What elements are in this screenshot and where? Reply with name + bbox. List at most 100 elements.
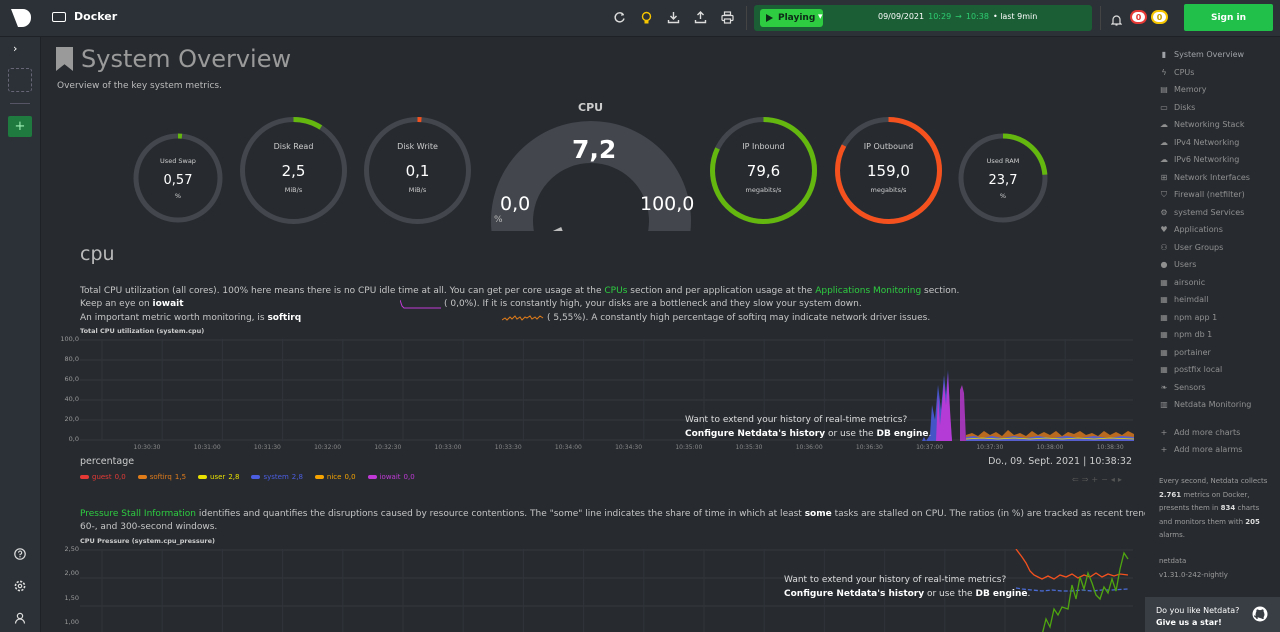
gauge-used-ram[interactable]: Used RAM 23,7 % [958, 133, 1048, 223]
text: or use the [825, 429, 877, 439]
cpu-pressure-chart[interactable]: 2,50 2,00 1,50 1,00 Want to extend your his… [42, 545, 1145, 632]
sidebar-item-label: heimdall [1174, 295, 1209, 304]
space-name: Docker [74, 10, 118, 23]
history-cta[interactable]: Configure Netdata's [685, 429, 789, 439]
sign-in-button[interactable]: Sign in [1184, 4, 1273, 31]
link-applications[interactable]: Applications Monitoring [815, 286, 921, 296]
th-icon: ▦ [1160, 347, 1168, 357]
sidebar-item[interactable]: ☁ Networking Stack [1160, 120, 1244, 129]
sidebar-item[interactable]: ▦ npm app 1 [1160, 313, 1217, 322]
sidebar-item[interactable]: ▦ npm db 1 [1160, 330, 1212, 339]
gauge-value: 2,5 [281, 162, 306, 180]
history-cta[interactable]: Configure Netdata's [784, 589, 888, 599]
gauge-label: Used RAM [986, 157, 1020, 165]
sidebar-item[interactable]: ▦ postfix local [1160, 365, 1222, 374]
memory-icon: ▤ [1160, 85, 1168, 94]
player-bar[interactable]: Playing ▾ 09/09/2021 10:29 → 10:38 • las… [754, 5, 1092, 31]
github-star-banner[interactable]: Do you like Netdata? Give us a star! [1145, 597, 1280, 632]
gauge-used-swap[interactable]: Used Swap 0,57 % [133, 133, 223, 223]
sidebar-item[interactable]: ϟ CPUs [1160, 68, 1194, 77]
sidebar-item[interactable]: ▮ System Overview [1160, 50, 1244, 59]
sidebar-item-label: Netdata Monitoring [1174, 400, 1252, 409]
download-icon[interactable] [666, 10, 681, 25]
iowait-sparkline [400, 299, 441, 309]
expand-icon[interactable]: › [13, 42, 17, 55]
warning-alarms-badge[interactable]: 0 [1151, 10, 1168, 24]
sidebar-item-label: IPv4 Networking [1174, 137, 1240, 147]
page-title-text: System Overview [81, 45, 292, 73]
link-cpus[interactable]: CPUs [604, 286, 627, 296]
sidebar-item[interactable]: ▦ portainer [1160, 348, 1211, 357]
chevron-down-icon[interactable]: ▾ [818, 12, 823, 22]
history-line: Configure Netdata's history or use the D… [784, 587, 1030, 601]
add-charts-link[interactable]: + Add more charts [1160, 428, 1241, 437]
bulb-icon[interactable] [639, 10, 654, 25]
legend-item[interactable]: guest 0,0 [80, 473, 126, 481]
add-space-button[interactable]: + [8, 116, 32, 137]
legend-item[interactable]: iowait 0,0 [367, 473, 415, 481]
text: alarms. [1159, 531, 1185, 539]
gauge-disk-read[interactable]: Disk Read 2,5 MiB/s [239, 116, 348, 225]
time-range[interactable]: 09/09/2021 10:29 → 10:38 • last 9min [878, 12, 1037, 21]
x-tick-label: 10:38:00 [1036, 444, 1064, 451]
add-alarms-link[interactable]: + Add more alarms [1160, 445, 1243, 454]
sidebar-item-label: systemd Services [1174, 207, 1245, 217]
legend-item[interactable]: softirq 1,5 [137, 473, 186, 481]
db-engine-link[interactable]: DB engine [876, 429, 928, 439]
sidebar-item[interactable]: ● Users [1160, 260, 1197, 269]
upload-icon[interactable] [693, 10, 708, 25]
legend-item[interactable]: nice 0,0 [314, 473, 356, 481]
sidebar-item[interactable]: ▦ heimdall [1160, 295, 1208, 304]
y-tick-label: 0,0 [68, 435, 79, 443]
sidebar-item[interactable]: ☁ IPv6 Networking [1160, 155, 1239, 164]
settings-icon[interactable] [11, 577, 29, 595]
sidebar-item[interactable]: ❧ Sensors [1160, 383, 1206, 392]
chart-nav-controls[interactable]: ⇐⇒+−◂▸ [1072, 475, 1125, 484]
bar-chart-icon: ▥ [1160, 400, 1168, 409]
gauge-ip-outbound[interactable]: IP Outbound 159,0 megabits/s [834, 116, 943, 225]
sidebar-item[interactable]: ⚇ User Groups [1160, 243, 1223, 252]
text: Total CPU utilization (all cores). 100% … [80, 286, 605, 296]
iowait-note: Keep an eye on iowait [80, 299, 184, 309]
netdata-logo[interactable] [10, 8, 32, 28]
db-engine-link[interactable]: DB engine [975, 589, 1027, 599]
print-icon[interactable] [720, 10, 735, 25]
history-link[interactable]: history [789, 429, 825, 439]
users-icon: ⚇ [1160, 242, 1168, 252]
bell-icon[interactable] [1110, 11, 1123, 30]
gauge-disk-write[interactable]: Disk Write 0,1 MiB/s [363, 116, 472, 225]
right-sidebar: ▮ System Overview ϟ CPUs ▤ Memory ▭ Disks ☁ Netwo… [1145, 37, 1280, 632]
space-placeholder[interactable] [8, 68, 32, 92]
sidebar-item[interactable]: ☁ IPv4 Networking [1160, 138, 1239, 147]
sidebar-item[interactable]: ♥ Applications [1160, 225, 1222, 234]
play-status: Playing [778, 13, 816, 23]
play-button[interactable]: Playing [760, 9, 824, 27]
page-subtitle: Overview of the key system metrics. [57, 81, 222, 91]
user-icon[interactable] [11, 609, 29, 627]
gauge-ip-inbound[interactable]: IP Inbound 79,6 megabits/s [709, 116, 818, 225]
history-link[interactable]: history [888, 589, 924, 599]
sidebar-item-label: Sensors [1174, 382, 1206, 392]
sidebar-item[interactable]: ▦ airsonic [1160, 278, 1205, 287]
space-selector[interactable]: Docker [52, 10, 117, 23]
sidebar-item[interactable]: ⚙ systemd Services [1160, 208, 1244, 217]
softirq-value: ( 5,55%). A constantly high percentage o… [547, 313, 931, 323]
sidebar-item[interactable]: ▭ Disks [1160, 103, 1195, 112]
th-icon: ▦ [1160, 365, 1168, 374]
link-psi[interactable]: Pressure Stall Information [80, 509, 196, 519]
divider [10, 103, 30, 104]
leaf-icon: ❧ [1160, 382, 1168, 392]
cpu-chart[interactable]: 100,0 80,0 60,0 40,0 20,0 0,0 Want to extend … [42, 335, 1145, 445]
sidebar-item[interactable]: ⛉ Firewall (netfilter) [1160, 190, 1245, 200]
reload-icon[interactable] [612, 10, 627, 25]
series-iowait [936, 373, 952, 441]
legend-item[interactable]: system 2,8 [251, 473, 303, 481]
sidebar-item[interactable]: ⊞ Network Interfaces [1160, 173, 1250, 182]
legend-item[interactable]: user 2,8 [198, 473, 239, 481]
critical-alarms-badge[interactable]: 0 [1130, 10, 1147, 24]
sidebar-item[interactable]: ▤ Memory [1160, 85, 1206, 94]
sidebar-item[interactable]: ▥ Netdata Monitoring [1160, 400, 1251, 409]
gauge-label: Disk Read [273, 142, 314, 151]
help-icon[interactable] [11, 545, 29, 563]
github-icon[interactable] [1252, 606, 1268, 626]
